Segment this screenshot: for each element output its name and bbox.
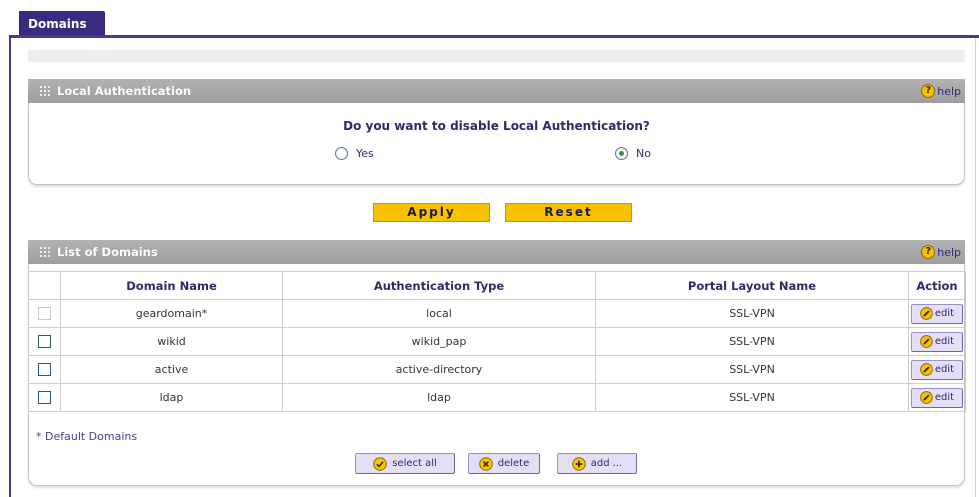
add-button[interactable]: add ... [557, 453, 637, 474]
row-checkbox[interactable] [38, 391, 51, 405]
action-cell: edit [908, 327, 966, 356]
reset-button[interactable]: Reset [505, 203, 632, 222]
row-select-cell [28, 327, 61, 356]
auth-type-cell: local [282, 299, 596, 328]
domains-table: Domain Name Authentication Type Portal L… [28, 271, 966, 412]
delete-label: delete [497, 458, 530, 469]
domain-name-cell: wikid [60, 327, 283, 356]
row-checkbox[interactable] [38, 335, 51, 349]
action-cell: edit [908, 355, 966, 384]
domain-name-cell: ldap [60, 383, 283, 412]
auth-type-cell: wikid_pap [282, 327, 596, 356]
row-checkbox[interactable] [38, 363, 51, 377]
portal-layout-cell: SSL-VPN [595, 355, 909, 384]
portal-layout-cell: SSL-VPN [595, 383, 909, 412]
grid-icon [40, 86, 50, 96]
select-all-label: select all [392, 458, 437, 469]
help-label: help [937, 84, 961, 98]
select-all-button[interactable]: select all [355, 453, 455, 474]
delete-button[interactable]: delete [468, 453, 540, 474]
radio-no-label: No [636, 147, 651, 160]
domains-help-link[interactable]: help [921, 244, 961, 260]
radio-no[interactable] [615, 147, 628, 160]
row-select-cell [28, 383, 61, 412]
content-frame-left-border [9, 35, 11, 497]
domains-list-header: List of Domains help [28, 240, 965, 264]
table-row: ldap ldap SSL-VPN edit [28, 383, 966, 412]
auth-type-cell: ldap [282, 383, 596, 412]
local-auth-header: Local Authentication help [28, 79, 965, 103]
table-header-row: Domain Name Authentication Type Portal L… [28, 271, 966, 300]
tab-domains[interactable]: Domains [18, 10, 106, 36]
column-header-authentication-type: Authentication Type [282, 271, 596, 300]
radio-yes[interactable] [335, 147, 348, 160]
check-circle-icon [373, 456, 388, 471]
row-checkbox [38, 307, 51, 321]
tab-underline [9, 35, 979, 38]
domains-list-title: List of Domains [57, 245, 158, 259]
local-auth-panel: Do you want to disable Local Authenticat… [28, 103, 965, 185]
table-row: wikid wikid_pap SSL-VPN edit [28, 327, 966, 356]
edit-label: edit [934, 392, 955, 403]
radio-option-no[interactable]: No [615, 147, 651, 160]
auth-type-cell: active-directory [282, 355, 596, 384]
portal-layout-cell: SSL-VPN [595, 299, 909, 328]
apply-button[interactable]: Apply [373, 203, 490, 222]
edit-button[interactable]: edit [911, 331, 963, 352]
edit-button[interactable]: edit [911, 303, 963, 324]
help-label: help [937, 245, 961, 259]
plus-circle-icon [571, 456, 586, 471]
message-bar [28, 50, 965, 62]
edit-label: edit [934, 336, 955, 347]
edit-button[interactable]: edit [911, 359, 963, 380]
domain-name-cell: geardomain* [60, 299, 283, 328]
local-auth-help-link[interactable]: help [921, 83, 961, 99]
radio-yes-label: Yes [356, 147, 374, 160]
edit-icon [920, 391, 933, 404]
cross-circle-icon [478, 456, 493, 471]
row-select-cell [28, 299, 61, 328]
grid-icon [40, 247, 50, 257]
edit-icon [920, 307, 933, 320]
edit-icon [920, 363, 933, 376]
tab-label: Domains [28, 17, 87, 31]
select-column-header [28, 271, 61, 300]
default-domains-footnote: * Default Domains [36, 430, 138, 443]
radio-option-yes[interactable]: Yes [335, 147, 374, 160]
edit-label: edit [934, 364, 955, 375]
action-cell: edit [908, 383, 966, 412]
action-cell: edit [908, 299, 966, 328]
disable-local-auth-question: Do you want to disable Local Authenticat… [343, 119, 650, 133]
edit-button[interactable]: edit [911, 387, 963, 408]
column-header-domain-name: Domain Name [60, 271, 283, 300]
row-select-cell [28, 355, 61, 384]
help-icon [921, 84, 936, 98]
table-row: geardomain* local SSL-VPN edit [28, 299, 966, 328]
edit-label: edit [934, 308, 955, 319]
table-row: active active-directory SSL-VPN edit [28, 355, 966, 384]
column-header-portal-layout-name: Portal Layout Name [595, 271, 909, 300]
content-frame-right-border [975, 38, 976, 497]
domain-name-cell: active [60, 355, 283, 384]
help-icon [921, 245, 936, 259]
add-label: add ... [590, 458, 623, 469]
column-header-action: Action [908, 271, 966, 300]
local-auth-title: Local Authentication [57, 84, 192, 98]
portal-layout-cell: SSL-VPN [595, 327, 909, 356]
edit-icon [920, 335, 933, 348]
